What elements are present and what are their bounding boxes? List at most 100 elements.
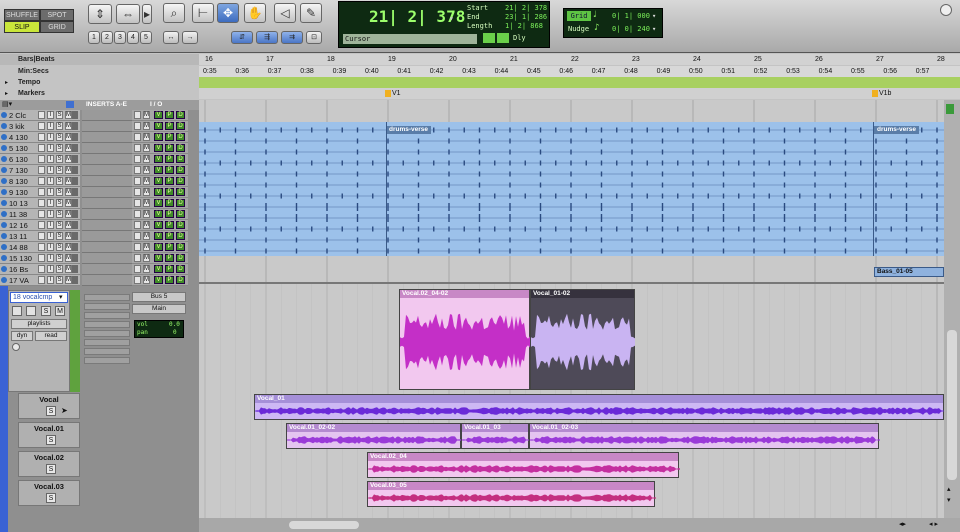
insert-slot[interactable] — [82, 242, 132, 253]
mute-button[interactable]: M — [65, 265, 72, 273]
io-mute-icon[interactable]: M — [143, 133, 150, 141]
solo-button[interactable]: S — [56, 232, 63, 240]
record-enable-icon[interactable] — [38, 133, 45, 141]
track-name[interactable]: 10 13 — [9, 198, 28, 209]
insert-slot[interactable] — [82, 132, 132, 143]
playlist-solo-button[interactable]: S — [46, 406, 56, 416]
pan-indicator[interactable]: P — [165, 166, 174, 174]
mute-button[interactable]: M — [65, 133, 72, 141]
volume-indicator[interactable]: V — [154, 243, 163, 251]
mute-button[interactable]: M — [65, 155, 72, 163]
record-enable-icon[interactable] — [38, 155, 45, 163]
input-monitor-icon[interactable]: I — [47, 221, 54, 229]
nudge-value[interactable]: 0| 0| 240 — [612, 25, 650, 33]
solo-button[interactable]: S — [56, 276, 63, 284]
insert-slot[interactable] — [82, 209, 132, 220]
record-enable-icon[interactable] — [12, 306, 22, 316]
track-height-icon[interactable] — [946, 104, 954, 114]
output-indicator[interactable]: D — [176, 243, 185, 251]
track-header[interactable]: 9 130 I S M — [0, 187, 80, 198]
insert-slot[interactable] — [82, 143, 132, 154]
input-monitor-icon[interactable]: I — [47, 254, 54, 262]
mute-button[interactable]: M — [65, 254, 72, 262]
link-timeline-icon[interactable]: → — [182, 31, 198, 44]
insert-slot[interactable] — [82, 253, 132, 264]
track-name[interactable]: 3 kik — [9, 121, 24, 132]
track-name[interactable]: 9 130 — [9, 187, 28, 198]
io-mute-icon[interactable]: M — [143, 122, 150, 130]
pre-post-roll-icon[interactable] — [483, 33, 495, 43]
input-monitor-icon[interactable]: I — [47, 188, 54, 196]
record-enable-icon[interactable] — [38, 221, 45, 229]
pan-indicator[interactable]: P — [165, 111, 174, 119]
pan-indicator[interactable]: P — [165, 199, 174, 207]
mute-button[interactable]: M — [65, 210, 72, 218]
marker-v1b[interactable]: V1b — [879, 88, 891, 99]
output-indicator[interactable]: D — [176, 210, 185, 218]
track-name[interactable]: 15 130 — [9, 253, 32, 264]
zoom-vertical-icon[interactable]: ⇕ — [88, 4, 112, 24]
clip-drums-verse-1[interactable]: drums-verse — [386, 126, 432, 134]
insert-slot[interactable] — [82, 220, 132, 231]
output-indicator[interactable]: D — [176, 166, 185, 174]
delay-compensation[interactable]: Dly — [513, 34, 526, 42]
io-mute-icon[interactable]: M — [143, 265, 150, 273]
link-icon[interactable] — [497, 33, 509, 43]
io-mute-icon[interactable]: M — [143, 188, 150, 196]
input-monitor-icon[interactable]: I — [47, 122, 54, 130]
track-header[interactable]: 6 130 I S M — [0, 154, 80, 165]
output-indicator[interactable]: D — [176, 265, 185, 273]
volume-indicator[interactable]: V — [154, 177, 163, 185]
record-enable-icon[interactable] — [38, 265, 45, 273]
volume-indicator[interactable]: V — [154, 221, 163, 229]
volume-indicator[interactable]: V — [154, 144, 163, 152]
volume-indicator[interactable]: V — [154, 166, 163, 174]
pan-indicator[interactable]: P — [165, 265, 174, 273]
min-secs-ruler[interactable]: 0:35 0:36 0:37 0:38 0:39 0:40 0:41 0:42 0:43 0:44… — [199, 66, 960, 77]
io-mute-icon[interactable]: M — [143, 111, 150, 119]
input-monitor-icon[interactable]: I — [47, 199, 54, 207]
track-name[interactable]: 8 130 — [9, 176, 28, 187]
mute-button[interactable]: M — [65, 122, 72, 130]
scroll-left-right-icon[interactable]: ◂ ▸ — [929, 520, 938, 528]
output-indicator[interactable]: D — [176, 133, 185, 141]
mute-button[interactable]: M — [65, 221, 72, 229]
record-enable-icon[interactable] — [38, 188, 45, 196]
io-input-icon[interactable] — [134, 210, 141, 218]
playlist-solo-button[interactable]: S — [46, 435, 56, 445]
insert-slot[interactable] — [82, 264, 132, 275]
bars-beats-ruler[interactable]: 16 17 18 19 20 21 22 23 24 25 26 27 28 — [199, 54, 960, 65]
output-indicator[interactable]: D — [176, 111, 185, 119]
track-header[interactable]: 14 88 I S M — [0, 242, 80, 253]
io-input-icon[interactable] — [134, 133, 141, 141]
volume-indicator[interactable]: V — [154, 122, 163, 130]
io-input-icon[interactable] — [134, 155, 141, 163]
insert-slot[interactable] — [82, 231, 132, 242]
clip-vocal-01-03[interactable]: Vocal.01_03 — [461, 423, 530, 449]
output-indicator[interactable]: D — [176, 199, 185, 207]
pan-indicator[interactable]: P — [165, 144, 174, 152]
insert-slot[interactable] — [84, 330, 130, 337]
tempo-ruler-label[interactable]: Tempo — [0, 77, 199, 88]
vol-value[interactable]: 0.0 — [169, 321, 180, 328]
pan-indicator[interactable]: P — [165, 188, 174, 196]
io-mute-icon[interactable]: M — [143, 232, 150, 240]
io-input-icon[interactable] — [134, 199, 141, 207]
mute-button[interactable]: M — [65, 199, 72, 207]
track-header[interactable]: 15 130 I S M — [0, 253, 80, 264]
io-input-icon[interactable] — [134, 243, 141, 251]
volume-indicator[interactable]: V — [154, 210, 163, 218]
io-input-icon[interactable] — [134, 188, 141, 196]
timebase-selector[interactable]: dyn — [11, 331, 33, 341]
track-header[interactable]: 13 11 I S M — [0, 231, 80, 242]
track-name[interactable]: 13 11 — [9, 231, 27, 242]
insert-slot[interactable] — [84, 321, 130, 328]
io-input-icon[interactable] — [134, 276, 141, 284]
grabber-tool-icon[interactable]: ✋ — [244, 3, 266, 23]
clip-vocal-01-02-02[interactable]: Vocal.01_02-02 — [286, 423, 461, 449]
track-header[interactable]: 2 Clc I S M — [0, 110, 80, 121]
insert-slot[interactable] — [82, 176, 132, 187]
track-name[interactable]: 4 130 — [9, 132, 28, 143]
insert-slot[interactable] — [84, 294, 130, 301]
track-header[interactable]: 16 Bs I S M — [0, 264, 80, 275]
